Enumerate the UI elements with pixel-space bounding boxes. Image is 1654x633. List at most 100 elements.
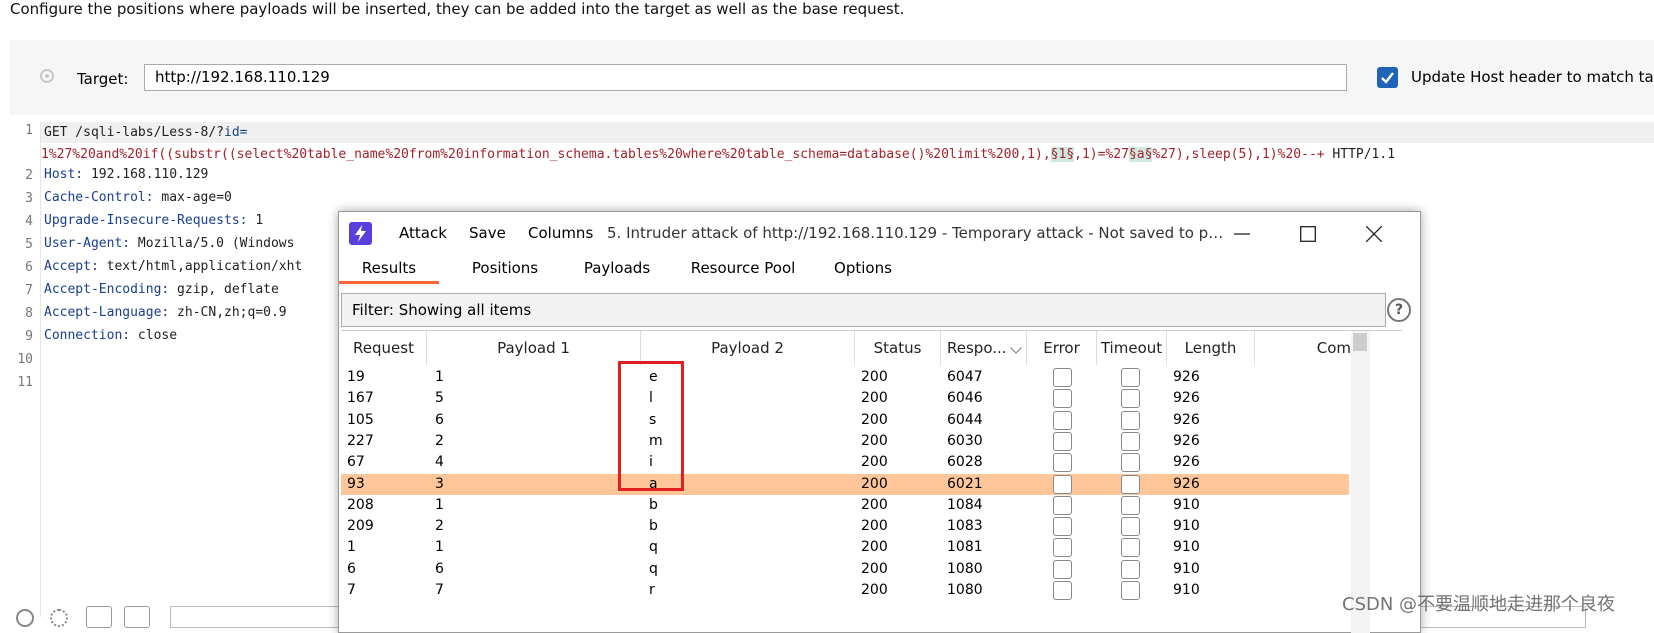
error-checkbox xyxy=(1053,517,1072,537)
tab-options[interactable]: Options xyxy=(813,258,913,284)
line-number: 10 xyxy=(17,352,33,367)
error-checkbox xyxy=(1053,495,1072,515)
update-host-checkbox[interactable] xyxy=(1377,67,1398,88)
table-row[interactable]: 19 1 e 200 6047 926 xyxy=(341,367,1349,388)
table-row[interactable]: 6 6 q 200 1080 910 xyxy=(341,559,1349,580)
cell-p1: 3 xyxy=(435,475,444,492)
tab-bar: Results Positions Payloads Resource Pool… xyxy=(339,258,1420,284)
header-value: max-age=0 xyxy=(153,190,232,205)
timeout-checkbox xyxy=(1121,517,1140,537)
cell-status: 200 xyxy=(861,496,888,513)
column-header-payload2[interactable]: Payload 2 xyxy=(641,331,855,365)
timeout-checkbox xyxy=(1121,495,1140,515)
header-key: Accept: xyxy=(44,259,99,274)
column-header-length[interactable]: Length xyxy=(1167,331,1255,365)
table-row[interactable]: 67 4 i 200 6028 926 xyxy=(341,452,1349,473)
line-number: 8 xyxy=(25,306,33,321)
error-checkbox xyxy=(1053,559,1072,579)
request-param-id: id= xyxy=(224,125,248,140)
cell-status: 200 xyxy=(861,432,888,449)
cell-resp: 1080 xyxy=(947,560,983,577)
table-row[interactable]: 209 2 b 200 1083 910 xyxy=(341,516,1349,537)
minimize-button[interactable] xyxy=(1219,212,1265,256)
column-header-status[interactable]: Status xyxy=(855,331,941,365)
cell-length: 926 xyxy=(1173,475,1200,492)
target-input[interactable]: http://192.168.110.129 xyxy=(144,64,1347,91)
cell-status: 200 xyxy=(861,454,888,471)
column-header-comment[interactable]: Com xyxy=(1255,331,1351,365)
header-key: Accept-Language: xyxy=(44,305,170,320)
table-row[interactable]: 7 7 r 200 1080 910 xyxy=(341,580,1349,601)
cell-request: 93 xyxy=(347,475,365,492)
line-number: 5 xyxy=(25,237,33,252)
code-line: 1%27%20and%20if((substr((select%20table_… xyxy=(41,144,1395,165)
table-row[interactable]: 227 2 m 200 6030 926 xyxy=(341,431,1349,452)
cell-status: 200 xyxy=(861,369,888,385)
tab-results[interactable]: Results xyxy=(339,258,439,284)
timeout-checkbox xyxy=(1121,581,1140,600)
cell-length: 910 xyxy=(1173,496,1200,513)
table-row[interactable]: 208 1 b 200 1084 910 xyxy=(341,495,1349,516)
table-row[interactable]: 1 1 q 200 1081 910 xyxy=(341,537,1349,558)
timeout-checkbox xyxy=(1121,368,1140,387)
maximize-button[interactable] xyxy=(1285,212,1331,256)
column-header-payload1[interactable]: Payload 1 xyxy=(427,331,641,365)
payload-marker[interactable]: §1§ xyxy=(1050,147,1075,162)
tab-resource-pool[interactable]: Resource Pool xyxy=(673,258,813,284)
update-host-label: Update Host header to match targ xyxy=(1411,68,1654,86)
timeout-checkbox xyxy=(1121,538,1140,558)
header-key: Host: xyxy=(44,167,84,182)
cell-p1: 5 xyxy=(435,390,444,407)
intruder-attack-window: Attack Save Columns 5. Intruder attack o… xyxy=(338,211,1421,633)
line-number: 3 xyxy=(25,191,33,206)
code-line: User-Agent: Mozilla/5.0 (Windows xyxy=(44,236,294,251)
line-number: 4 xyxy=(25,214,33,229)
help-icon[interactable]: ? xyxy=(1387,298,1411,322)
error-checkbox xyxy=(1053,581,1072,600)
table-row[interactable]: 167 5 l 200 6046 926 xyxy=(341,388,1349,409)
cell-p2: r xyxy=(649,582,655,598)
cell-p1: 2 xyxy=(435,432,444,449)
scrollbar-thumb[interactable] xyxy=(1353,333,1367,351)
cell-status: 200 xyxy=(861,518,888,535)
back-button[interactable] xyxy=(86,606,112,628)
error-checkbox xyxy=(1053,453,1072,473)
table-row[interactable]: 105 6 s 200 6044 926 xyxy=(341,410,1349,431)
header-value: gzip, deflate xyxy=(169,282,279,297)
tab-payloads[interactable]: Payloads xyxy=(561,258,673,284)
column-header-request[interactable]: Request xyxy=(341,331,427,365)
code-line: Cache-Control: max-age=0 xyxy=(44,190,232,205)
checkmark-icon xyxy=(1381,72,1394,84)
cell-resp: 1083 xyxy=(947,518,983,535)
cell-length: 926 xyxy=(1173,411,1200,428)
header-key: Cache-Control: xyxy=(44,190,154,205)
help-circle-icon[interactable] xyxy=(16,609,34,627)
column-header-timeout[interactable]: Timeout xyxy=(1097,331,1167,365)
line-number: 7 xyxy=(25,283,33,298)
cell-request: 7 xyxy=(347,582,356,598)
cell-request: 1 xyxy=(347,539,356,556)
tab-positions[interactable]: Positions xyxy=(449,258,561,284)
cell-resp: 6028 xyxy=(947,454,983,471)
cell-resp: 6044 xyxy=(947,411,983,428)
code-line: Accept-Encoding: gzip, deflate xyxy=(44,282,279,297)
cell-p2: b xyxy=(649,518,658,535)
cell-p1: 2 xyxy=(435,518,444,535)
menu-attack[interactable]: Attack xyxy=(399,224,447,242)
cell-status: 200 xyxy=(861,582,888,598)
header-key: User-Agent: xyxy=(44,236,131,251)
menu-save[interactable]: Save xyxy=(469,224,506,242)
cell-request: 105 xyxy=(347,411,374,428)
filter-bar[interactable]: Filter: Showing all items xyxy=(341,293,1386,327)
column-header-error[interactable]: Error xyxy=(1027,331,1097,365)
payload-marker[interactable]: §a§ xyxy=(1128,147,1153,162)
column-header-response[interactable]: Respo... xyxy=(941,331,1027,365)
close-icon xyxy=(1366,226,1382,242)
close-button[interactable] xyxy=(1351,212,1397,256)
menu-columns[interactable]: Columns xyxy=(528,224,593,242)
settings-gear-icon[interactable] xyxy=(50,609,68,627)
forward-button[interactable] xyxy=(124,606,150,628)
table-row[interactable]: 93 3 a 200 6021 926 xyxy=(341,473,1349,495)
cell-length: 926 xyxy=(1173,454,1200,471)
vertical-scrollbar[interactable] xyxy=(1351,331,1370,633)
